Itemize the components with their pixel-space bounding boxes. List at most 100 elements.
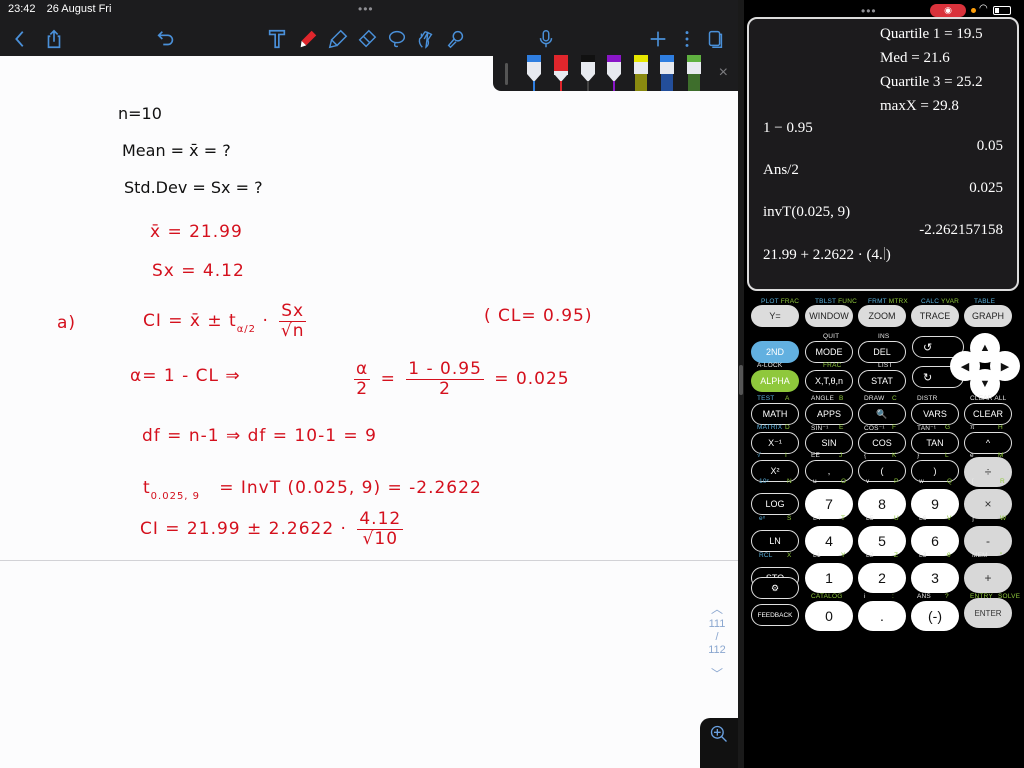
key-key[interactable]: (-) [911,601,959,631]
key-key[interactable]: 🔍 [858,403,906,425]
ci-formula-left: CI = x̄ ± t [143,311,237,332]
key-trace[interactable]: TRACE [911,305,959,327]
ci-formula-sub: α/2 [236,324,257,336]
key-del[interactable]: DEL [858,341,906,363]
pen-purple[interactable] [605,55,623,91]
t-symbol: t [143,478,151,498]
key-sin[interactable]: SIN [805,432,853,454]
key-secondary-label: FRMT MTRX [868,298,908,305]
key-vars[interactable]: VARS [911,403,959,425]
multitasking-dots-icon[interactable]: ••• [358,2,374,16]
key-secondary-label: L4 [813,515,821,522]
key-alpha-label: : [892,593,895,600]
key-secondary-label: } [917,452,920,459]
key-secondary-label: L1 [813,552,821,559]
pen-red[interactable] [552,55,570,91]
more-icon[interactable] [675,27,699,51]
key-clear[interactable]: CLEAR [964,403,1012,425]
key-mode[interactable]: MODE [805,341,853,363]
pen-tool-icon[interactable] [296,27,320,51]
key-alpha[interactable]: ALPHA [751,370,799,392]
key-1[interactable]: 1 [805,563,853,593]
highlighter-blue[interactable] [658,55,676,91]
key-window[interactable]: WINDOW [805,305,853,327]
text-tool-icon[interactable] [265,27,289,51]
hand-tool-icon[interactable] [414,27,438,51]
key-alpha-label: X [787,552,792,559]
key-cos[interactable]: COS [858,432,906,454]
undo-icon[interactable] [154,27,178,51]
key-y[interactable]: Y= [751,305,799,327]
history-input: invT(0.025, 9) [763,204,851,220]
key-key[interactable]: . [858,601,906,631]
key-alpha-label: W [1000,515,1007,522]
eraser-icon[interactable] [355,27,379,51]
zoom-in-icon[interactable] [700,718,738,768]
key-graph[interactable]: GRAPH [964,305,1012,327]
page-up-icon[interactable]: ︿ [700,600,734,618]
laser-pointer-icon[interactable] [444,27,468,51]
key-secondary-label: TAN⁻¹ [917,425,937,432]
key-alpha-label: Y [841,552,846,559]
key-log[interactable]: LOG [751,493,799,515]
key-secondary-label: LIST [878,362,893,369]
ci-calculation: CI = 21.99 ± 2.2622 · 4.12 √10 [140,510,407,548]
feedback-button[interactable]: FEEDBACK [751,604,799,626]
page-down-icon[interactable]: ﹀ [700,665,734,683]
key-alpha-label: Z [894,552,899,559]
key-3[interactable]: 3 [911,563,959,593]
calculator-display: Quartile 1 = 19.5 Med = 21.6 Quartile 3 … [747,17,1019,291]
key-alpha-label: ? [945,593,949,600]
text-cursor [883,247,885,260]
split-view-handle[interactable] [739,365,743,395]
add-page-icon[interactable] [646,27,670,51]
key-ln[interactable]: LN [751,530,799,552]
screen-recording-icon[interactable]: ◉ [930,4,966,17]
key-secondary-label: CALC YVAR [921,298,960,305]
microphone-icon[interactable] [534,27,558,51]
key-alpha-label: R [1000,478,1005,485]
pen-black[interactable] [579,55,597,91]
highlighter-green[interactable] [685,55,703,91]
key-xt-theta-n[interactable]: X,T,θ,n [805,370,853,392]
highlighter-yellow[interactable] [632,55,650,91]
highlighter-icon[interactable] [326,27,350,51]
pages-icon[interactable] [703,27,727,51]
key-key[interactable]: ^ [964,432,1012,454]
multitasking-dots-icon[interactable]: ••• [861,4,877,18]
pen-color-tray: × [493,55,738,91]
note-given-n: n=10 [118,104,162,123]
key-enter[interactable]: ENTER [964,598,1012,628]
close-tray-icon[interactable]: × [719,64,728,82]
key-secondary-label: CATALOG [811,593,843,600]
key-alpha-label: B [839,395,844,402]
key-alpha-label: θ [947,552,951,559]
back-icon[interactable] [8,27,32,51]
history-output: -2.262157158 [919,222,1003,238]
pen-blue[interactable] [525,55,543,91]
key-secondary-label: DISTR [917,395,938,402]
key-secondary-label: FRAC [823,362,842,369]
key-x[interactable]: X⁻¹ [751,432,799,454]
key-math[interactable]: MATH [751,403,799,425]
current-entry[interactable]: 21.99 + 2.2622 · (4.) [763,247,891,264]
key-apps[interactable]: APPS [805,403,853,425]
frac-numerator: 4.12 [357,509,404,530]
key-alpha-label: T [841,515,846,522]
lasso-icon[interactable] [385,27,409,51]
settings-gear-icon[interactable]: ⚙ [751,577,799,599]
key-tan[interactable]: TAN [911,432,959,454]
alpha-fraction-2: 1 - 0.95 2 [406,360,484,398]
key-secondary-label: L2 [866,552,874,559]
key-2nd[interactable]: 2ND [751,341,799,363]
key-secondary-label: QUIT [823,333,840,340]
key-2[interactable]: 2 [858,563,906,593]
wifi-icon: ◠ [979,3,988,14]
share-icon[interactable] [42,27,66,51]
tray-grip-handle[interactable] [505,63,508,85]
key-0[interactable]: 0 [805,601,853,631]
frac-numerator: Sx [279,301,307,322]
key-stat[interactable]: STAT [858,370,906,392]
key-zoom[interactable]: ZOOM [858,305,906,327]
key-key[interactable]: + [964,563,1012,593]
